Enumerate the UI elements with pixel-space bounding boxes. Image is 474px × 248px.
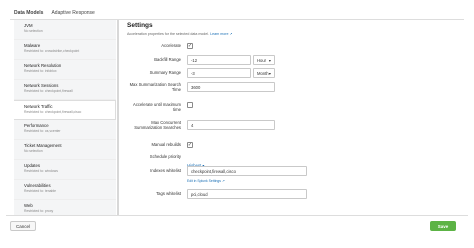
list-item-subtitle: Restricted to: checkpoint,firewall,cisco xyxy=(24,110,82,114)
accelerate-checkbox[interactable]: ✓ xyxy=(187,43,193,49)
settings-title: Settings xyxy=(127,22,153,29)
save-button[interactable]: Save xyxy=(430,221,456,231)
chevron-down-icon: ▾ xyxy=(268,58,271,63)
list-item-subtitle: Restricted to: checkpoint,firewall xyxy=(24,89,73,93)
learn-more-link[interactable]: Learn more ↗ xyxy=(210,32,232,36)
list-item-network-traffic[interactable]: Network Traffic Restricted to: checkpoin… xyxy=(14,100,116,120)
data-model-list: JVM No selection Malware Restricted to: … xyxy=(14,20,116,215)
list-item-malware[interactable]: Malware Restricted to: crowdstrike,check… xyxy=(14,40,116,60)
summary-unit-select[interactable]: Month ▾ xyxy=(253,68,275,78)
backfill-unit-select[interactable]: Hour ▾ xyxy=(253,55,275,65)
backfill-label: Backfill Range xyxy=(154,57,181,62)
tags-input[interactable]: pci,cloud xyxy=(187,189,307,199)
max-concurrent-input[interactable]: 4 xyxy=(187,120,275,130)
max-time-label: Max Summarization Search Time xyxy=(129,82,181,92)
list-item-performance[interactable]: Performance Restricted to: os,vcenter xyxy=(14,120,116,140)
indexes-row: Indexes whitelist checkpoint,firewall,ci… xyxy=(127,166,307,183)
list-item-subtitle: Restricted to: os,vcenter xyxy=(24,129,61,133)
list-item-subtitle: Restricted to: crowdstrike,checkpoint xyxy=(24,49,80,53)
max-concurrent-label: Max Concurrent Summarization Searches xyxy=(134,120,181,130)
max-concurrent-row: Max Concurrent Summarization Searches 4 xyxy=(127,120,275,130)
accelerate-until-row: Accelerate until maximum time xyxy=(127,102,193,112)
list-item-subtitle: Restricted to: tenable xyxy=(24,189,57,193)
accelerate-until-checkbox[interactable] xyxy=(187,102,193,108)
list-item-web[interactable]: Web Restricted to: proxy xyxy=(14,200,116,215)
indexes-label: Indexes whitelist xyxy=(150,168,181,173)
accelerate-row: Accelerate ✓ xyxy=(127,43,193,49)
backfill-input[interactable]: -12 xyxy=(187,55,251,65)
summary-input[interactable]: -3 xyxy=(187,68,251,78)
backfill-unit-value: Hour xyxy=(257,58,267,63)
tags-row: Tags whitelist pci,cloud xyxy=(127,189,307,199)
accelerate-label: Accelerate xyxy=(161,43,181,48)
manual-rebuilds-row: Manual rebuilds ✓ xyxy=(127,142,193,148)
manual-rebuilds-checkbox[interactable]: ✓ xyxy=(187,142,193,148)
list-item-ticket-management[interactable]: Ticket Management No selection xyxy=(14,140,116,160)
max-time-row: Max Summarization Search Time 3600 xyxy=(127,82,275,92)
tags-label: Tags whitelist xyxy=(156,191,181,196)
list-item-jvm[interactable]: JVM No selection xyxy=(14,20,116,40)
list-item-subtitle: Restricted to: windows xyxy=(24,169,58,173)
accelerate-until-label: Accelerate until maximum time xyxy=(133,102,181,112)
cancel-button[interactable]: Cancel xyxy=(10,221,36,231)
list-item-network-resolution[interactable]: Network Resolution Restricted to: infobl… xyxy=(14,60,116,80)
list-item-vulnerabilities[interactable]: Vulnerabilities Restricted to: tenable xyxy=(14,180,116,200)
settings-description-text: Acceleration properties for the selected… xyxy=(127,32,210,36)
settings-description: Acceleration properties for the selected… xyxy=(127,32,457,36)
list-item-subtitle: Restricted to: infoblox xyxy=(24,69,57,73)
settings-panel: Settings Acceleration properties for the… xyxy=(127,22,457,212)
indexes-input[interactable]: checkpoint,firewall,cisco xyxy=(187,166,307,176)
edit-splunk-settings-link[interactable]: Edit in Splunk Settings ↗ xyxy=(187,179,307,183)
summary-unit-value: Month xyxy=(257,71,269,76)
priority-label: Schedule priority xyxy=(149,154,181,159)
summary-label: Summary Range xyxy=(149,70,181,75)
chevron-down-icon: ▾ xyxy=(268,71,271,76)
list-item-subtitle: Restricted to: proxy xyxy=(24,209,54,213)
summary-row: Summary Range -3 Month ▾ xyxy=(127,68,275,78)
max-time-input[interactable]: 3600 xyxy=(187,82,275,92)
list-item-updates[interactable]: Updates Restricted to: windows xyxy=(14,160,116,180)
list-item-subtitle: No selection xyxy=(24,29,43,33)
backfill-row: Backfill Range -12 Hour ▾ xyxy=(127,55,275,65)
manual-rebuilds-label: Manual rebuilds xyxy=(151,142,181,147)
sidebar-scrollbar[interactable] xyxy=(117,20,119,215)
list-item-subtitle: No selection xyxy=(24,149,43,153)
footer-divider xyxy=(6,215,468,216)
list-item-network-sessions[interactable]: Network Sessions Restricted to: checkpoi… xyxy=(14,80,116,100)
